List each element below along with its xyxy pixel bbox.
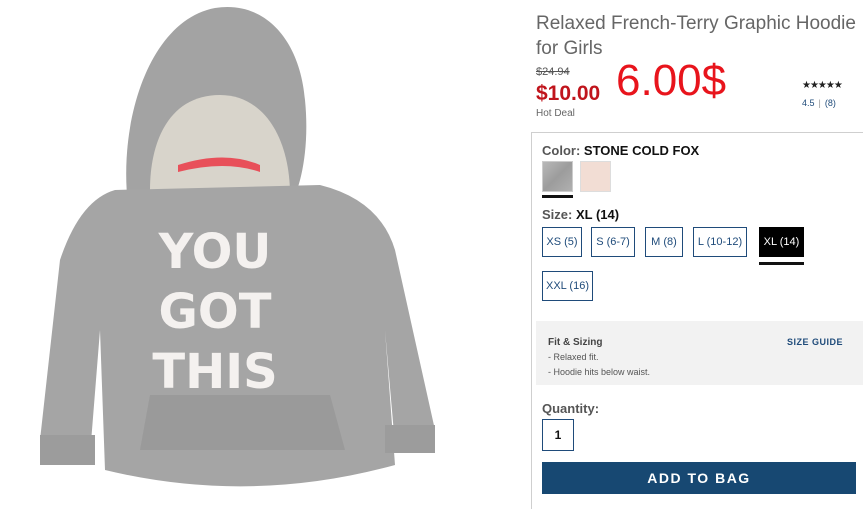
rating-score: 4.5 xyxy=(802,98,815,108)
rating-summary[interactable]: 4.5 | (8) xyxy=(802,98,836,108)
rating-divider: | xyxy=(818,98,821,108)
original-price: $24.94 xyxy=(536,66,570,78)
size-option-s[interactable]: S (6-7) xyxy=(591,227,635,257)
size-guide-link[interactable]: SIZE GUIDE xyxy=(787,337,843,347)
product-image: YOU GOT THIS xyxy=(0,0,470,509)
size-option-xl[interactable]: XL (14) xyxy=(759,227,804,257)
size-label: Size: XL (14) xyxy=(542,207,619,222)
color-label-text: Color: xyxy=(542,143,581,158)
product-title: Relaxed French-Terry Graphic Hoodie for … xyxy=(536,13,856,59)
add-to-bag-button[interactable]: ADD TO BAG xyxy=(542,462,856,494)
fit-item: - Relaxed fit. xyxy=(548,352,599,362)
fit-sizing-title: Fit & Sizing xyxy=(548,337,603,348)
hoodie-illustration: YOU GOT THIS xyxy=(40,6,435,487)
color-swatch-pink[interactable] xyxy=(580,161,611,192)
deal-label: Hot Deal xyxy=(536,108,575,119)
color-swatch-grey[interactable] xyxy=(542,161,573,192)
size-option-m[interactable]: M (8) xyxy=(645,227,683,257)
size-option-xxl[interactable]: XXL (16) xyxy=(542,271,593,301)
size-option-xs[interactable]: XS (5) xyxy=(542,227,582,257)
selected-swatch-indicator xyxy=(542,195,573,198)
color-label: Color: STONE COLD FOX xyxy=(542,143,699,158)
fit-item: - Hoodie hits below waist. xyxy=(548,367,651,377)
selected-size-indicator xyxy=(759,262,804,265)
quantity-input[interactable]: 1 xyxy=(542,419,574,451)
overlay-price: 6.00$ xyxy=(616,56,727,105)
selected-color: STONE COLD FOX xyxy=(583,143,700,158)
svg-text:GOT: GOT xyxy=(159,284,272,340)
review-count[interactable]: (8) xyxy=(825,98,836,108)
size-option-l[interactable]: L (10-12) xyxy=(693,227,747,257)
selected-size: XL (14) xyxy=(575,207,620,222)
sale-price: $10.00 xyxy=(536,82,601,105)
hoodie-graphic-text: YOU xyxy=(158,224,272,280)
star-rating-icon[interactable]: ★★★★★ xyxy=(802,80,843,91)
size-label-text: Size: xyxy=(542,207,573,222)
quantity-label: Quantity: xyxy=(542,401,600,416)
svg-text:THIS: THIS xyxy=(152,344,277,400)
